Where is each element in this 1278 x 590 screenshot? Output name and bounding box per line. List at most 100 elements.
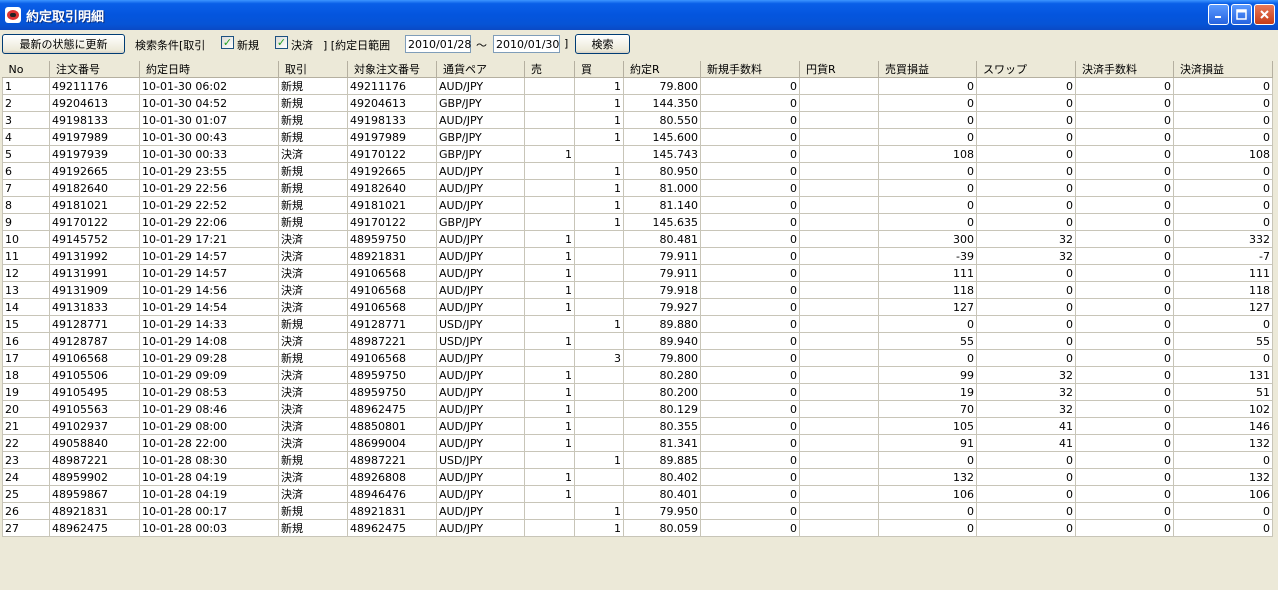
close-icon[interactable] — [1254, 4, 1275, 25]
table-cell[interactable]: 0 — [700, 502, 800, 520]
table-cell[interactable]: 79.918 — [623, 281, 701, 299]
table-cell[interactable]: 0 — [700, 315, 800, 333]
table-cell[interactable]: 49181021 — [347, 196, 437, 214]
table-cell[interactable]: 0 — [878, 519, 977, 537]
table-cell[interactable]: 新規 — [278, 315, 348, 333]
table-cell[interactable]: 決済 — [278, 400, 348, 418]
table-cell[interactable]: 5 — [2, 145, 50, 163]
table-cell[interactable]: USD/JPY — [436, 451, 525, 469]
table-cell[interactable] — [799, 94, 879, 112]
table-cell[interactable]: 0 — [1075, 434, 1174, 452]
table-cell[interactable]: 79.911 — [623, 264, 701, 282]
table-cell[interactable]: 2 — [2, 94, 50, 112]
table-cell[interactable]: 48987221 — [347, 332, 437, 350]
table-cell[interactable]: 決済 — [278, 247, 348, 265]
table-cell[interactable]: 0 — [1173, 94, 1273, 112]
table-cell[interactable]: 49211176 — [49, 77, 140, 95]
table-cell[interactable]: 1 — [574, 94, 624, 112]
table-cell[interactable] — [574, 281, 624, 299]
settle-checkbox[interactable]: ✓ — [275, 36, 288, 49]
table-cell[interactable]: 0 — [700, 383, 800, 401]
table-cell[interactable]: 108 — [1173, 145, 1273, 163]
table-cell[interactable]: AUD/JPY — [436, 281, 525, 299]
table-cell[interactable]: AUD/JPY — [436, 77, 525, 95]
table-cell[interactable]: 10-01-28 08:30 — [139, 451, 279, 469]
table-cell[interactable]: 145.600 — [623, 128, 701, 146]
table-cell[interactable]: 0 — [700, 519, 800, 537]
table-cell[interactable]: 0 — [878, 128, 977, 146]
table-cell[interactable]: 89.885 — [623, 451, 701, 469]
table-cell[interactable]: 26 — [2, 502, 50, 520]
table-cell[interactable] — [799, 77, 879, 95]
table-cell[interactable] — [574, 145, 624, 163]
table-cell[interactable]: 3 — [574, 349, 624, 367]
table-cell[interactable]: 48921831 — [49, 502, 140, 520]
table-row[interactable]: 5 49197939 10-01-30 00:33 決済 49170122 GBP/JPY… — [2, 145, 1273, 163]
minimize-icon[interactable] — [1208, 4, 1229, 25]
table-row[interactable]: 25 48959867 10-01-28 04:19 決済 48946476 AUD/JP… — [2, 485, 1273, 503]
table-cell[interactable]: 300 — [878, 230, 977, 248]
table-cell[interactable]: 13 — [2, 281, 50, 299]
table-cell[interactable]: 0 — [878, 315, 977, 333]
table-cell[interactable]: 0 — [700, 298, 800, 316]
table-cell[interactable]: 0 — [1173, 519, 1273, 537]
table-cell[interactable]: 新規 — [278, 451, 348, 469]
table-cell[interactable] — [799, 179, 879, 197]
table-cell[interactable]: 0 — [976, 298, 1076, 316]
table-row[interactable]: 17 49106568 10-01-29 09:28 新規 49106568 AUD/JP… — [2, 349, 1273, 367]
table-cell[interactable]: 79.950 — [623, 502, 701, 520]
table-cell[interactable]: 332 — [1173, 230, 1273, 248]
table-cell[interactable]: 81.140 — [623, 196, 701, 214]
table-cell[interactable] — [524, 213, 575, 231]
table-cell[interactable]: 10-01-29 23:55 — [139, 162, 279, 180]
table-cell[interactable]: 1 — [524, 485, 575, 503]
table-cell[interactable]: 48962475 — [347, 519, 437, 537]
table-cell[interactable] — [524, 519, 575, 537]
table-cell[interactable]: 32 — [976, 366, 1076, 384]
table-cell[interactable]: 0 — [700, 196, 800, 214]
table-cell[interactable]: GBP/JPY — [436, 94, 525, 112]
table-cell[interactable]: 10-01-29 09:09 — [139, 366, 279, 384]
column-header[interactable]: 売 — [524, 61, 575, 78]
table-cell[interactable] — [799, 400, 879, 418]
table-cell[interactable]: AUD/JPY — [436, 468, 525, 486]
table-cell[interactable]: 決済 — [278, 417, 348, 435]
table-cell[interactable] — [799, 196, 879, 214]
table-cell[interactable]: 新規 — [278, 196, 348, 214]
table-cell[interactable]: 0 — [1075, 519, 1174, 537]
table-cell[interactable]: 0 — [1075, 196, 1174, 214]
table-cell[interactable] — [574, 434, 624, 452]
table-cell[interactable]: 10-01-29 08:46 — [139, 400, 279, 418]
table-cell[interactable]: 49145752 — [49, 230, 140, 248]
table-cell[interactable]: 0 — [1075, 77, 1174, 95]
table-cell[interactable]: AUD/JPY — [436, 179, 525, 197]
table-cell[interactable]: 0 — [1075, 94, 1174, 112]
table-cell[interactable] — [799, 264, 879, 282]
table-cell[interactable]: 80.550 — [623, 111, 701, 129]
table-cell[interactable]: 10-01-29 22:06 — [139, 213, 279, 231]
table-cell[interactable]: 111 — [878, 264, 977, 282]
table-cell[interactable]: 49204613 — [347, 94, 437, 112]
table-row[interactable]: 23 48987221 10-01-28 08:30 新規 48987221 USD/JP… — [2, 451, 1273, 469]
table-row[interactable]: 10 49145752 10-01-29 17:21 決済 48959750 AUD/JP… — [2, 230, 1273, 248]
table-cell[interactable]: 0 — [1075, 247, 1174, 265]
table-cell[interactable]: 17 — [2, 349, 50, 367]
table-cell[interactable]: 決済 — [278, 298, 348, 316]
table-row[interactable]: 1 49211176 10-01-30 06:02 新規 49211176 AUD/JPY… — [2, 77, 1273, 95]
table-cell[interactable]: 10-01-29 22:56 — [139, 179, 279, 197]
table-cell[interactable]: 0 — [700, 400, 800, 418]
table-cell[interactable]: 1 — [524, 230, 575, 248]
table-cell[interactable]: 1 — [574, 128, 624, 146]
table-cell[interactable]: 0 — [700, 247, 800, 265]
table-cell[interactable]: 49106568 — [347, 264, 437, 282]
table-cell[interactable]: 1 — [524, 434, 575, 452]
table-cell[interactable]: 決済 — [278, 434, 348, 452]
table-cell[interactable]: 0 — [1075, 349, 1174, 367]
table-cell[interactable]: 41 — [976, 417, 1076, 435]
table-cell[interactable]: 49182640 — [347, 179, 437, 197]
table-cell[interactable]: 0 — [1173, 162, 1273, 180]
table-cell[interactable]: 48962475 — [49, 519, 140, 537]
table-cell[interactable]: 48946476 — [347, 485, 437, 503]
table-cell[interactable] — [799, 468, 879, 486]
table-cell[interactable] — [524, 128, 575, 146]
